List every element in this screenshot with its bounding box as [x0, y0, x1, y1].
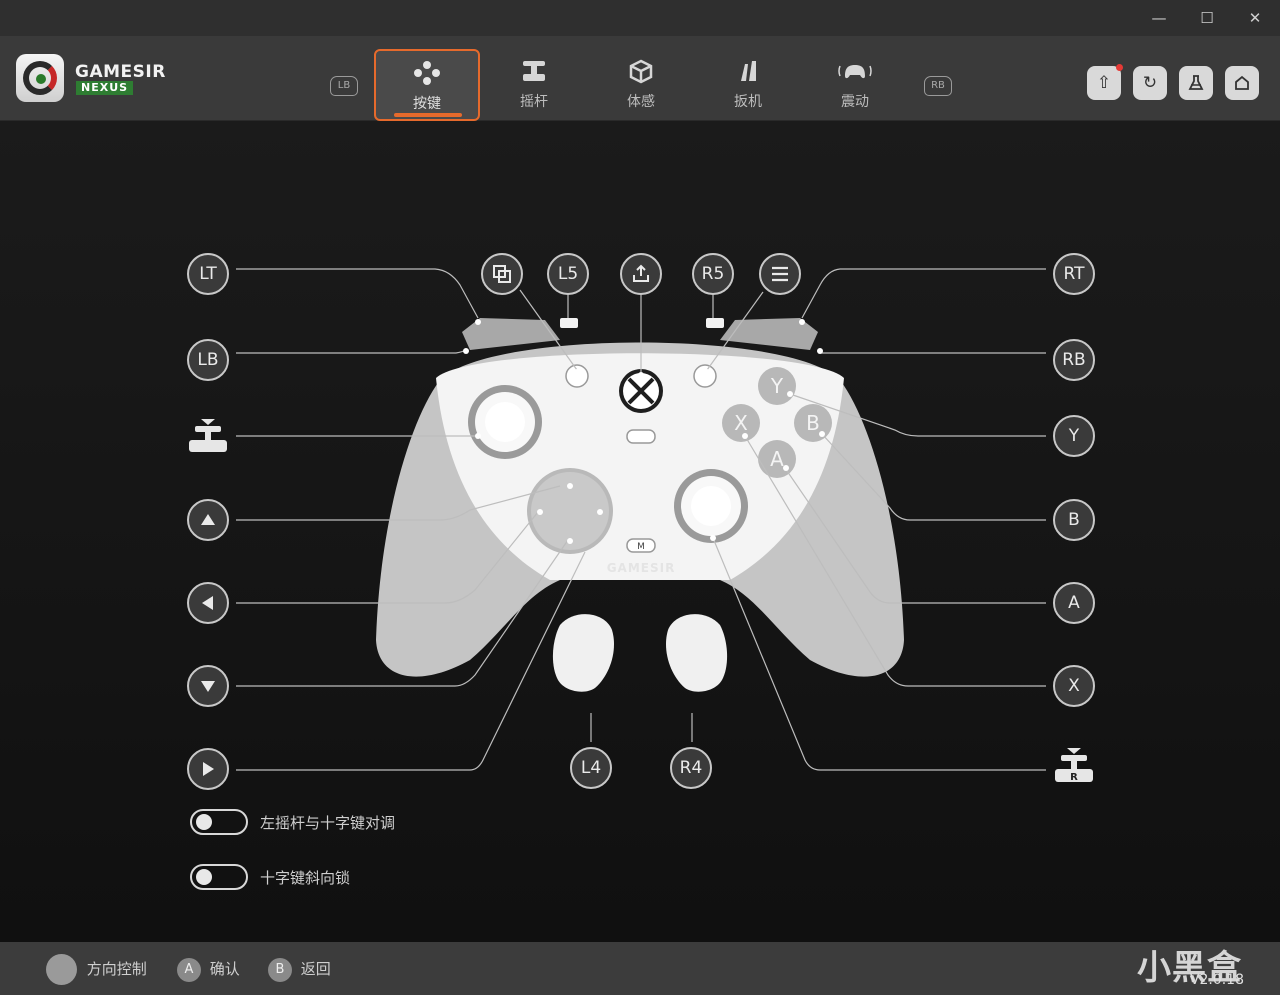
home-icon	[1233, 75, 1251, 97]
button-mapping-panel: Y X B A M GAMESIR LT LB L5 R5 RT RB Y B …	[0, 121, 1280, 942]
left-stick-icon	[189, 419, 227, 452]
minimize-button[interactable]: —	[1136, 4, 1182, 32]
right-stick-label: R	[1070, 772, 1078, 783]
a-button-icon: A	[177, 957, 201, 982]
brand-sub: NEXUS	[76, 81, 134, 95]
brand-name: GAMESIR	[75, 62, 166, 82]
face-x-label: X	[734, 411, 748, 435]
face-b-label: B	[806, 411, 820, 435]
rb-mapping-button[interactable]: RB	[1053, 339, 1095, 381]
tab-trigger[interactable]: 扳机	[695, 49, 801, 121]
b-mapping-button[interactable]: B	[1053, 499, 1095, 541]
footer-hint-bar: 方向控制 A 确认 B 返回 小黑盒 V2.0.18	[0, 942, 1280, 995]
tab-vibration[interactable]: 震动	[802, 49, 908, 121]
toggle-knob	[196, 869, 212, 885]
dpad-up-mapping-button[interactable]	[187, 499, 229, 541]
dpad-diagonal-lock-label: 十字键斜向锁	[260, 869, 351, 887]
swap-stick-dpad-label: 左摇杆与十字键对调	[260, 814, 396, 832]
buttons-icon	[376, 60, 478, 88]
tab-joystick[interactable]: 摇杆	[481, 49, 587, 121]
motion-cube-icon	[588, 58, 694, 86]
rb-switch-tab-button[interactable]: RB	[924, 76, 952, 96]
face-a-label: A	[770, 447, 784, 471]
swap-stick-dpad-toggle[interactable]	[190, 809, 248, 835]
l5-mapping-button[interactable]: L5	[547, 253, 589, 295]
active-tab-indicator	[394, 113, 462, 117]
lab-button[interactable]	[1179, 66, 1213, 100]
share-upload-icon	[633, 264, 649, 282]
dpad-left-mapping-button[interactable]	[187, 582, 229, 624]
hint-label: 方向控制	[86, 960, 147, 978]
vibration-icon	[802, 58, 908, 86]
hint-direction: 方向控制	[46, 954, 147, 985]
hint-label: 确认	[209, 960, 240, 978]
joystick-icon	[481, 58, 587, 86]
title-bar: — ☐ ✕	[0, 0, 1280, 36]
controller-logo: GAMESIR	[607, 561, 676, 575]
version-label: V2.0.18	[1189, 972, 1244, 988]
triangle-down-icon	[201, 681, 215, 692]
home-button[interactable]	[1225, 66, 1259, 100]
firmware-upgrade-button[interactable]: ⇧	[1087, 64, 1123, 100]
gamesir-logo-icon	[16, 54, 64, 102]
tab-label: 震动	[841, 94, 869, 110]
tab-motion[interactable]: 体感	[588, 49, 694, 121]
hint-confirm: A 确认	[177, 954, 240, 984]
lb-switch-tab-button[interactable]: LB	[330, 76, 358, 96]
dpad-right-mapping-button[interactable]	[187, 748, 229, 790]
hint-label: 返回	[300, 960, 331, 978]
right-stick-icon: R	[1055, 748, 1093, 783]
tab-label: 扳机	[734, 94, 762, 110]
header-bar: GAMESIR NEXUS LB 按键 摇杆 体感 扳机 震动 RB ⇧ ↻	[0, 36, 1280, 121]
lb-mapping-button[interactable]: LB	[187, 339, 229, 381]
screenshot-icon	[493, 265, 511, 283]
tab-label: 体感	[627, 94, 655, 110]
app-window: — ☐ ✕ GAMESIR NEXUS LB 按键 摇杆 体感 扳机 震动 RB…	[0, 0, 1280, 995]
stick-icon	[46, 954, 77, 985]
b-button-icon: B	[268, 957, 292, 982]
firmware-upgrade-icon: ⇧	[1096, 73, 1112, 93]
tab-label: 摇杆	[520, 94, 548, 110]
close-button[interactable]: ✕	[1232, 4, 1278, 32]
face-y-label: Y	[770, 374, 784, 398]
menu-icon	[772, 266, 788, 282]
tab-label: 按键	[413, 96, 441, 112]
m-button-label: M	[637, 542, 645, 552]
menu-mapping-button[interactable]	[759, 253, 801, 295]
screenshot-mapping-button[interactable]	[481, 253, 523, 295]
triangle-left-icon	[202, 596, 213, 610]
lt-mapping-button[interactable]: LT	[187, 253, 229, 295]
a-mapping-button[interactable]: A	[1053, 582, 1095, 624]
dpad-down-mapping-button[interactable]	[187, 665, 229, 707]
lab-flask-icon	[1187, 75, 1205, 97]
left-stick-mapping-button[interactable]	[187, 415, 229, 457]
tab-buttons[interactable]: 按键	[374, 49, 480, 121]
reset-button[interactable]: ↻	[1133, 66, 1167, 100]
trigger-icon	[695, 58, 801, 86]
dpad-diagonal-lock-toggle[interactable]	[190, 864, 248, 890]
l4-mapping-button[interactable]: L4	[570, 747, 612, 789]
reset-icon: ↻	[1142, 73, 1158, 93]
share-mapping-button[interactable]	[620, 253, 662, 295]
notification-dot	[1116, 64, 1123, 71]
r4-mapping-button[interactable]: R4	[670, 747, 712, 789]
r5-mapping-button[interactable]: R5	[692, 253, 734, 295]
hint-back: B 返回	[268, 954, 331, 984]
maximize-button[interactable]: ☐	[1184, 4, 1230, 32]
triangle-up-icon	[201, 514, 215, 525]
y-mapping-button[interactable]: Y	[1053, 415, 1095, 457]
x-mapping-button[interactable]: X	[1053, 665, 1095, 707]
rt-mapping-button[interactable]: RT	[1053, 253, 1095, 295]
triangle-right-icon	[203, 762, 214, 776]
toggle-knob	[196, 814, 212, 830]
right-stick-mapping-button[interactable]: R	[1053, 746, 1095, 788]
